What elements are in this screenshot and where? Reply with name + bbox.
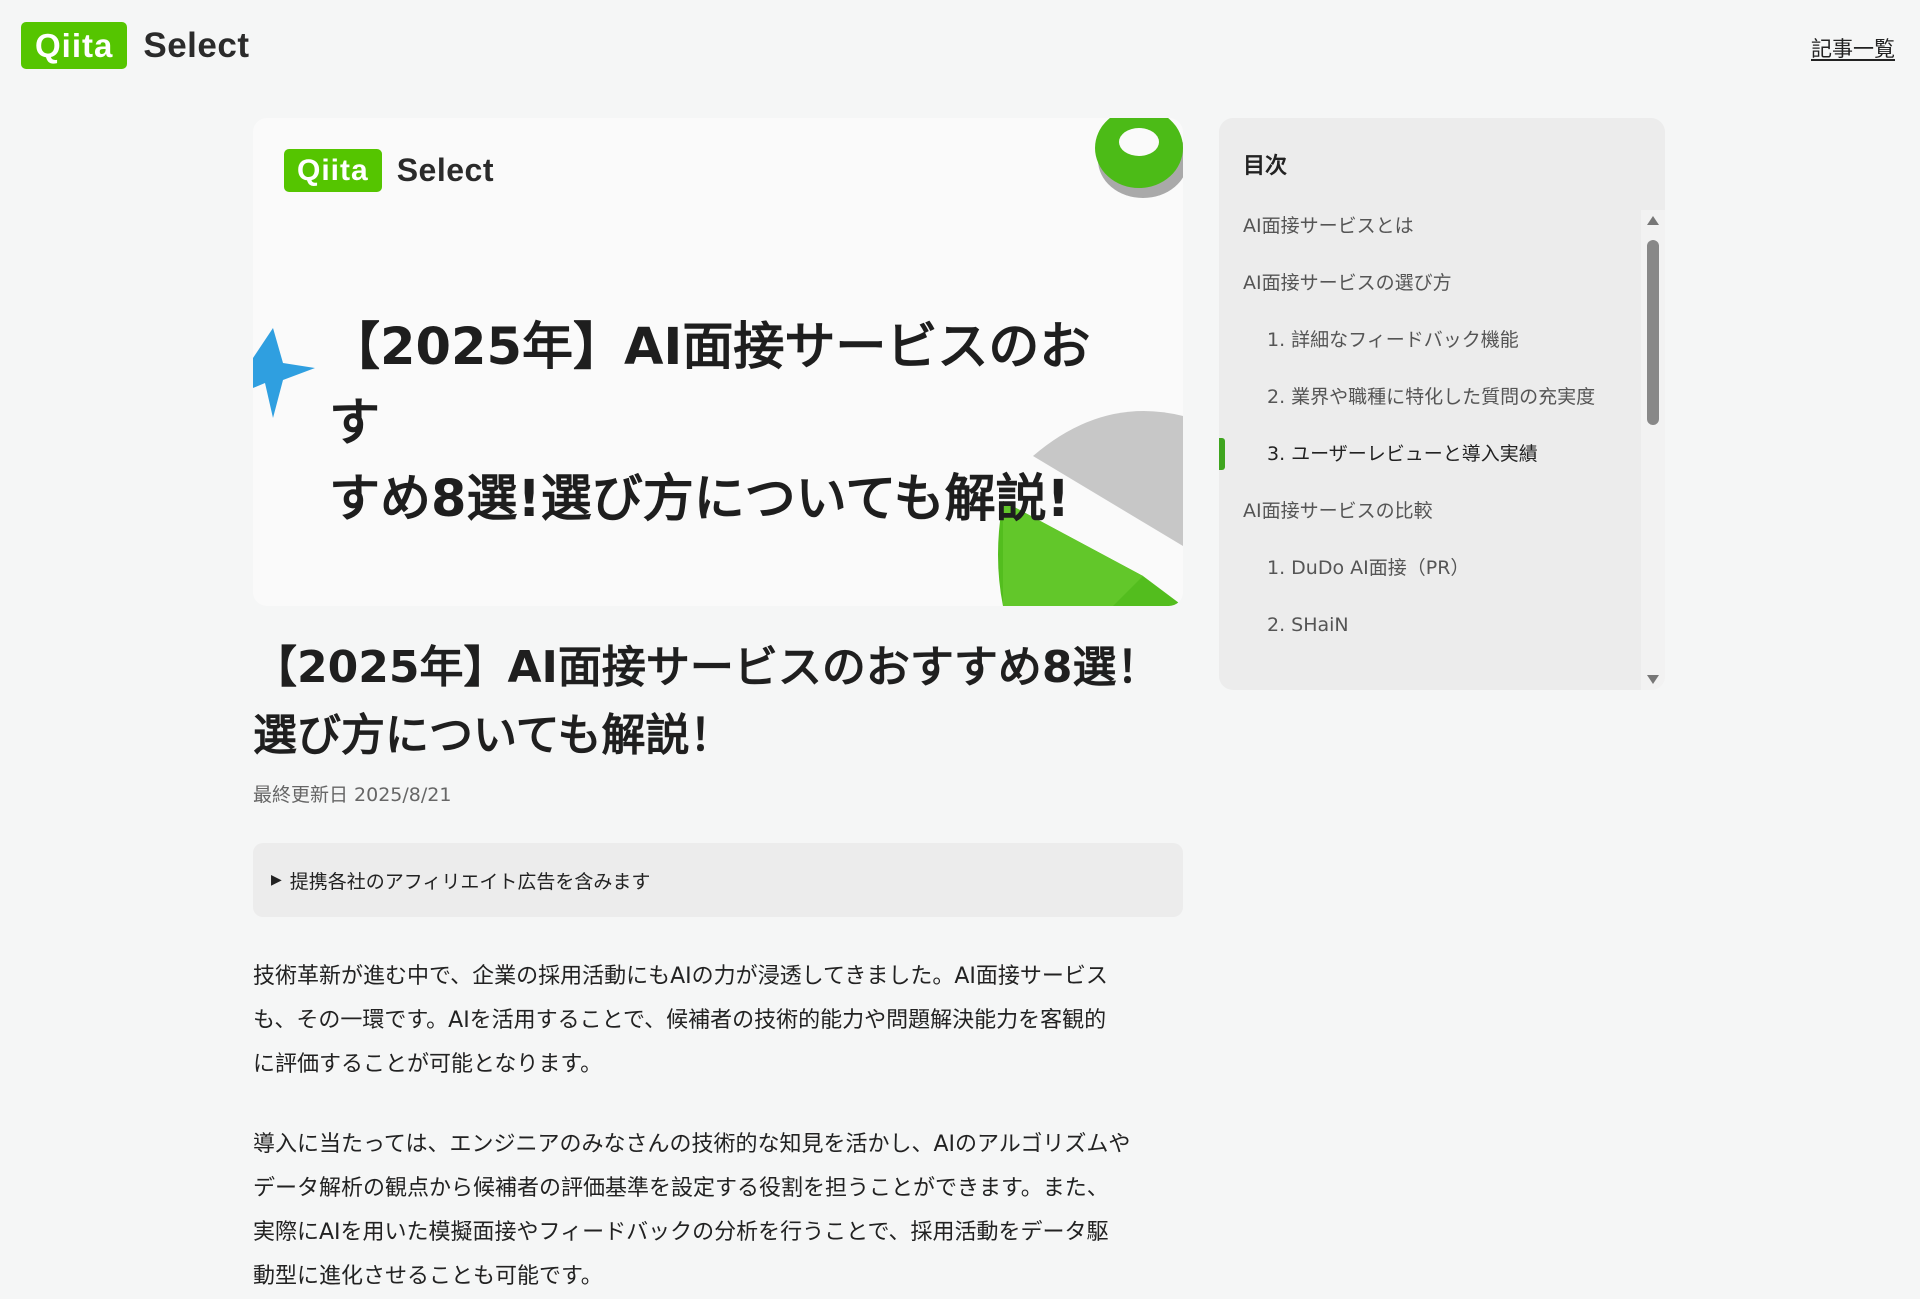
toc-item-label: 2. 業界や職種に特化した質問の充実度 — [1267, 386, 1596, 408]
hero-title-line: すめ8選!選び方についても解説! — [329, 470, 1070, 529]
scroll-down-arrow-icon[interactable] — [1647, 675, 1659, 684]
hero-logo: Qiita Select — [284, 149, 494, 192]
toc-item[interactable]: 2. SHaiN — [1219, 609, 1639, 641]
article-main: Qiita Select 【2025年】AI面接サービスのおす すめ8選!選び方… — [253, 118, 1183, 1299]
table-of-contents: 目次 AI面接サービスとは AI面接サービスの選び方 1. 詳細なフィードバック… — [1219, 118, 1665, 690]
toc-item-label: 1. 詳細なフィードバック機能 — [1267, 329, 1519, 351]
toc-item[interactable]: AI面接サービスの選び方 — [1219, 267, 1639, 299]
toc-item-label: 3. ユーザーレビューと導入実績 — [1267, 443, 1538, 465]
paragraph-line: 実際にAIを用いた模擬面接やフィードバックの分析を行うことで、採用活動をデータ駆 — [253, 1220, 1109, 1245]
toc-item-label: AI面接サービスの選び方 — [1243, 272, 1452, 294]
body-paragraph: 導入に当たっては、エンジニアのみなさんの技術的な知見を活かし、AIのアルゴリズム… — [253, 1123, 1183, 1299]
toc-list[interactable]: AI面接サービスとは AI面接サービスの選び方 1. 詳細なフィードバック機能 … — [1219, 210, 1639, 666]
article-list-link[interactable]: 記事一覧 — [1811, 33, 1895, 63]
toc-title: 目次 — [1243, 154, 1288, 179]
logo-badge: Qiita — [21, 22, 128, 69]
active-marker — [1219, 438, 1225, 470]
hero-logo-badge: Qiita — [284, 149, 382, 192]
affiliate-disclosure-text: 提携各社のアフィリエイト広告を含みます — [289, 870, 651, 893]
hero-logo-text: Select — [396, 152, 494, 188]
paragraph-line: 導入に当たっては、エンジニアのみなさんの技術的な知見を活かし、AIのアルゴリズム… — [253, 1132, 1131, 1157]
site-header: Qiita Select 記事一覧 — [0, 0, 1920, 96]
hero-title-line: 【2025年】AI面接サービスのおす — [329, 318, 1091, 453]
hero-image: Qiita Select 【2025年】AI面接サービスのおす すめ8選!選び方… — [253, 118, 1183, 606]
hero-title: 【2025年】AI面接サービスのおす すめ8選!選び方についても解説! — [329, 310, 1129, 538]
toc-item-active[interactable]: 3. ユーザーレビューと導入実績 — [1219, 438, 1639, 470]
page-title-line: 選び方についても解説！ — [253, 710, 734, 761]
toc-item[interactable]: 2. 業界や職種に特化した質問の充実度 — [1219, 381, 1639, 413]
page-title: 【2025年】AI面接サービスのおすすめ8選！ 選び方についても解説！ — [253, 634, 1183, 770]
site-logo[interactable]: Qiita Select — [21, 22, 249, 69]
scrollbar-thumb[interactable] — [1647, 240, 1659, 425]
toc-item[interactable]: AI面接サービスとは — [1219, 210, 1639, 242]
toc-item[interactable]: AI面接サービスの比較 — [1219, 495, 1639, 527]
blue-star-decoration-icon — [253, 328, 315, 418]
intro-paragraph: 技術革新が進む中で、企業の採用活動にもAIの力が浸透してきました。AI面接サービ… — [253, 955, 1183, 1087]
logo-text: Select — [143, 25, 250, 65]
toc-item[interactable]: 1. DuDo AI面接（PR） — [1219, 552, 1639, 584]
paragraph-line: も、その一環です。AIを活用することで、候補者の技術的能力や問題解決能力を客観的 — [253, 1008, 1107, 1033]
toc-item-label: AI面接サービスの比較 — [1243, 500, 1433, 522]
green-ring-decoration-icon — [1095, 118, 1183, 198]
paragraph-line: データ解析の観点から候補者の評価基準を設定する役割を担うことができます。また、 — [253, 1176, 1109, 1201]
toc-item-label: 2. SHaiN — [1267, 614, 1349, 636]
page-title-line: 【2025年】AI面接サービスのおすすめ8選！ — [253, 642, 1161, 693]
toc-item-label: AI面接サービスとは — [1243, 215, 1414, 237]
affiliate-disclosure-toggle[interactable]: ▶ 提携各社のアフィリエイト広告を含みます — [253, 843, 1183, 917]
toc-scrollbar[interactable] — [1641, 210, 1665, 690]
paragraph-line: 技術革新が進む中で、企業の採用活動にもAIの力が浸透してきました。AI面接サービ… — [253, 964, 1108, 989]
toc-item[interactable]: 1. 詳細なフィードバック機能 — [1219, 324, 1639, 356]
triangle-right-icon: ▶ — [271, 872, 282, 888]
paragraph-line: 動型に進化させることも可能です。 — [253, 1264, 603, 1289]
last-updated-date: 最終更新日 2025/8/21 — [253, 784, 452, 806]
toc-item-label: 1. DuDo AI面接（PR） — [1267, 557, 1470, 579]
paragraph-line: に評価することが可能となります。 — [253, 1052, 603, 1077]
scroll-up-arrow-icon[interactable] — [1647, 216, 1659, 225]
